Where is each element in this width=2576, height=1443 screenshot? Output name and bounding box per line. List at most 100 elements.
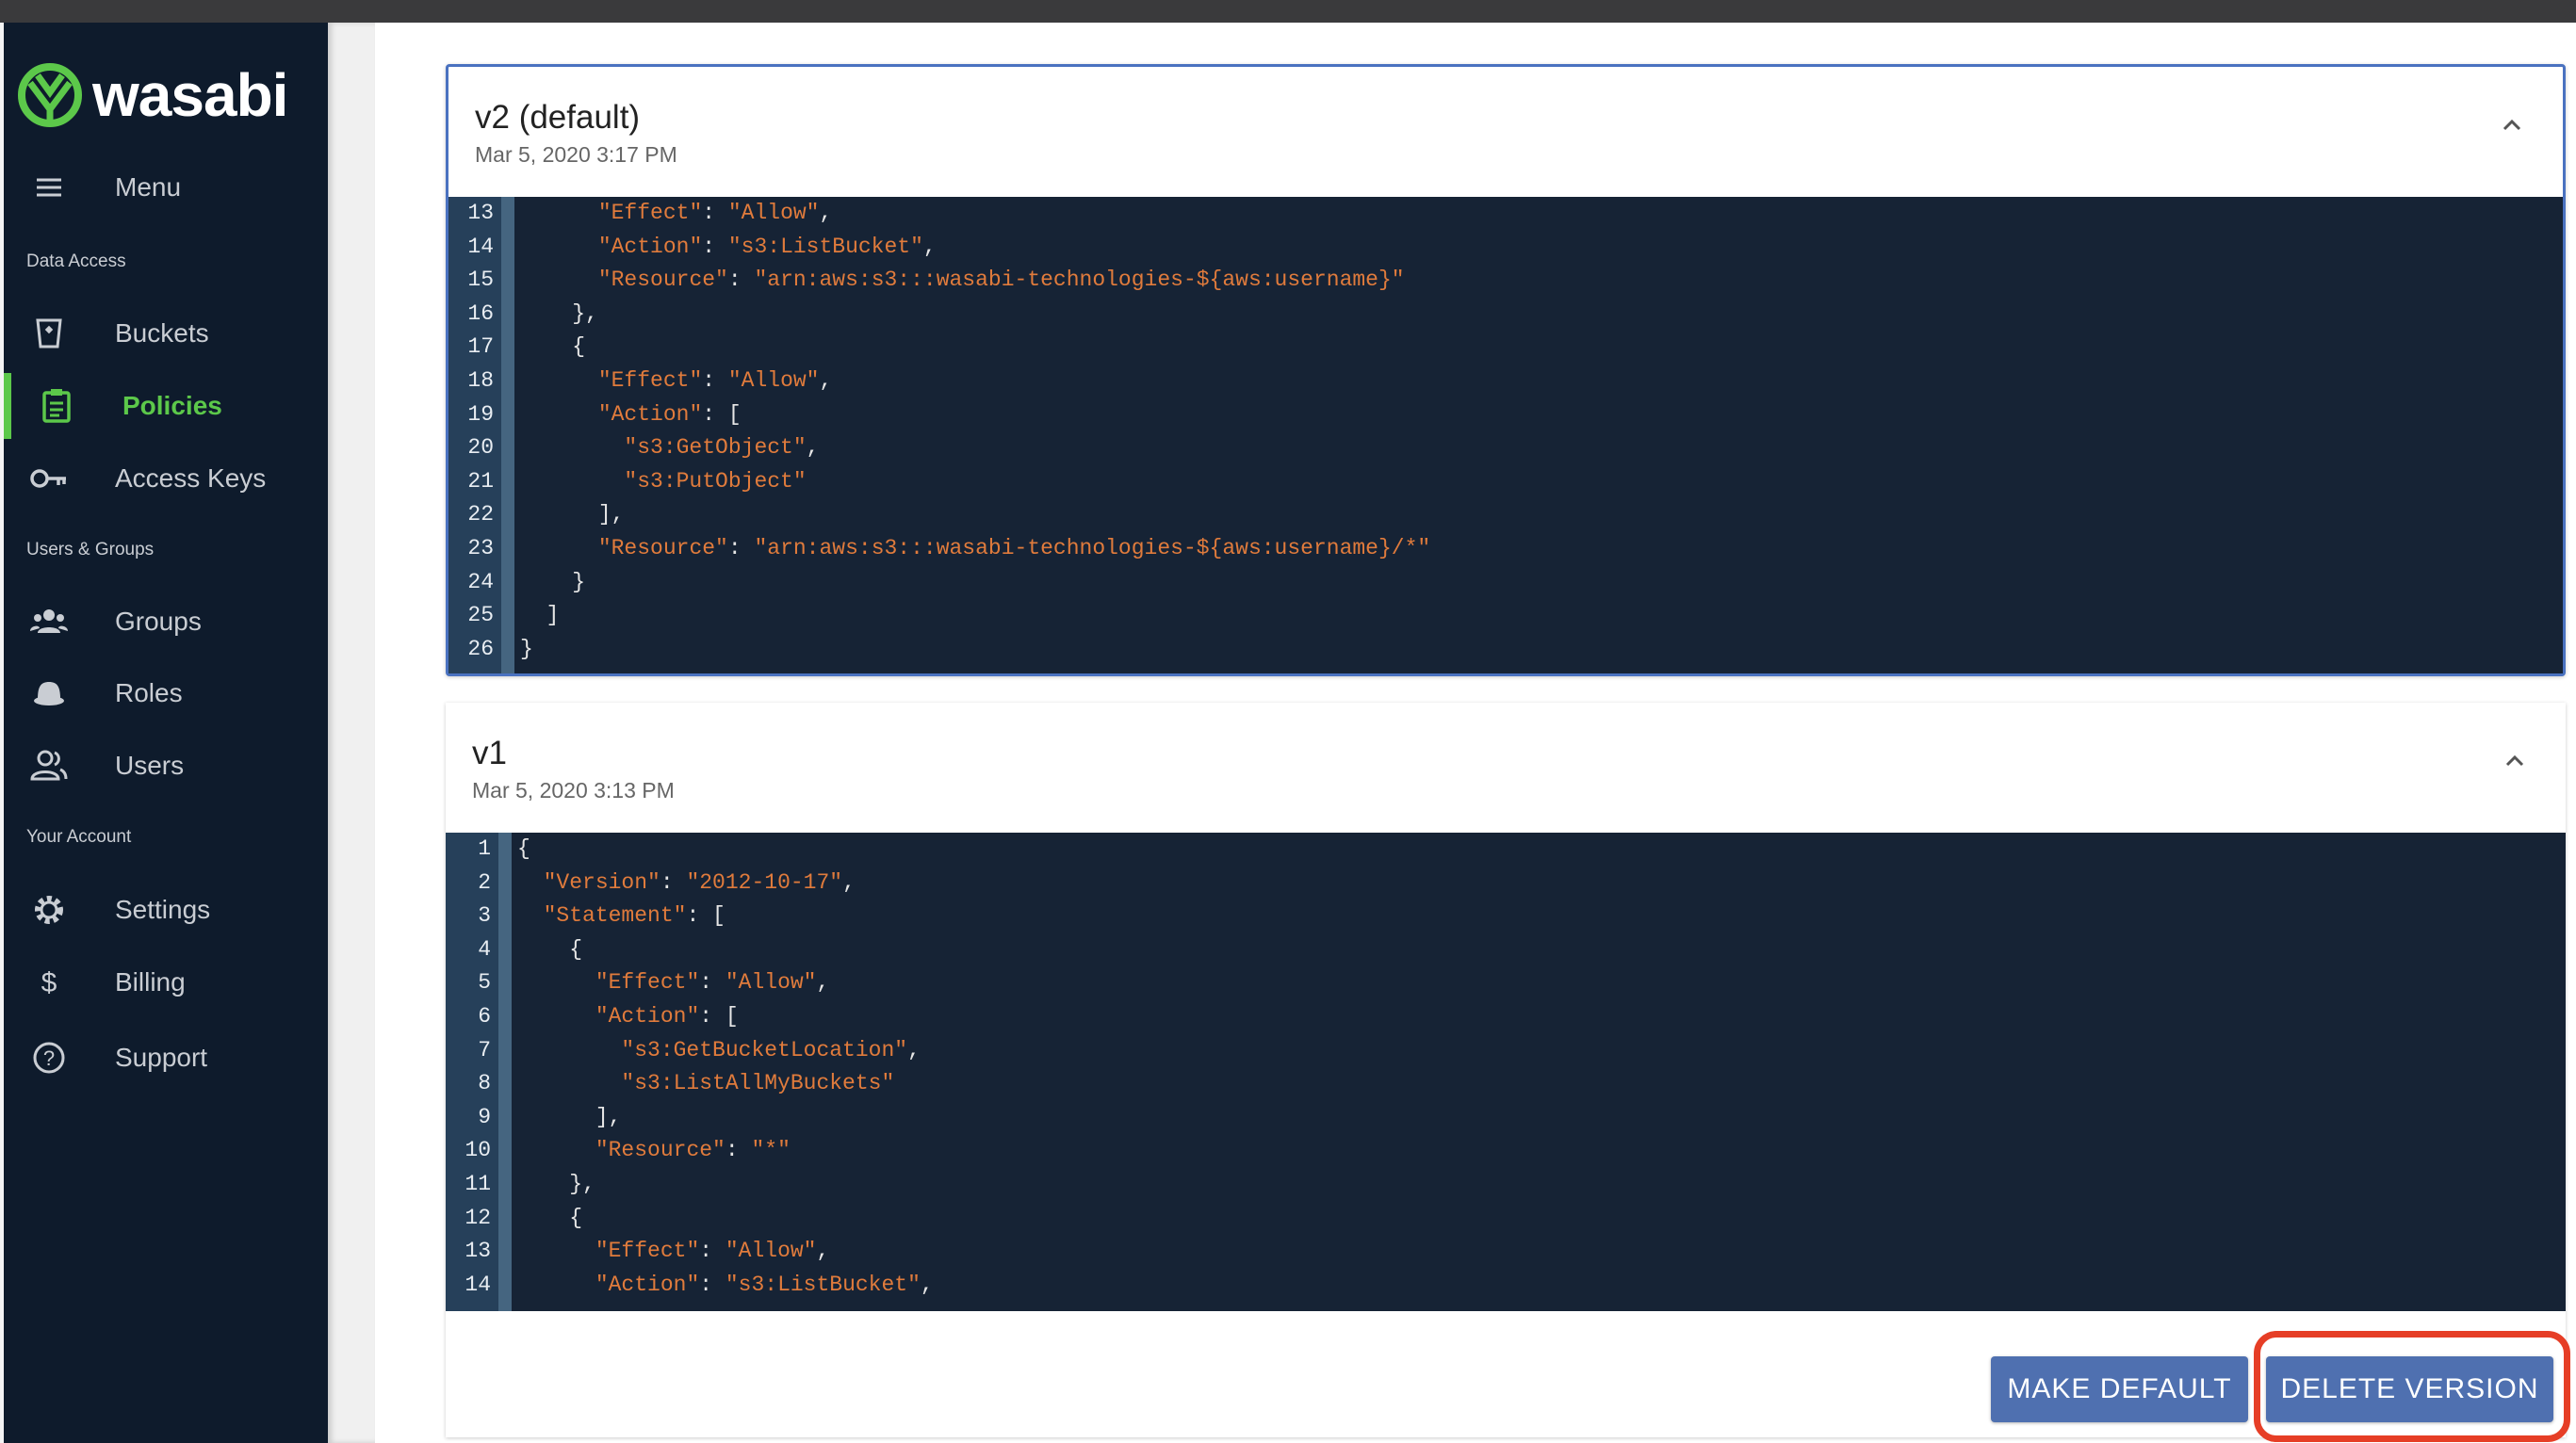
line-number: 3 xyxy=(446,900,498,933)
version-date: Mar 5, 2020 3:13 PM xyxy=(472,778,675,803)
code-line: 13 "Effect": "Allow", xyxy=(446,1235,2566,1269)
policy-code-editor[interactable]: 13 "Effect": "Allow", 14 "Action": "s3:Li… xyxy=(448,197,2563,673)
sidebar-item-label: Buckets xyxy=(115,318,209,348)
code-text: { xyxy=(517,836,530,861)
line-number: 8 xyxy=(446,1067,498,1101)
sidebar-item-label: Groups xyxy=(115,607,202,636)
policy-version-card: v2 (default) Mar 5, 2020 3:17 PM 13 "Eff… xyxy=(446,64,2566,676)
make-default-button[interactable]: MAKE DEFAULT xyxy=(1991,1356,2248,1422)
line-number: 9 xyxy=(446,1100,498,1135)
sidebar-item-label: Policies xyxy=(122,391,222,420)
code-text: "Resource": "arn:aws:s3:::wasabi-technol… xyxy=(597,268,1405,293)
line-number: 24 xyxy=(448,565,501,600)
code-line: 11 }, xyxy=(446,1167,2566,1202)
version-header[interactable]: v2 (default) Mar 5, 2020 3:17 PM xyxy=(448,67,2563,197)
bucket-icon xyxy=(28,313,70,354)
sidebar-item-users[interactable]: Users xyxy=(4,733,328,799)
svg-text:?: ? xyxy=(43,1046,55,1070)
code-text: ], xyxy=(520,502,625,527)
code-text: "Action": [ xyxy=(595,1003,739,1029)
code-line: 23 "Resource": "arn:aws:s3:::wasabi-tech… xyxy=(448,531,2563,566)
line-number: 25 xyxy=(448,599,501,633)
menu-toggle[interactable]: Menu xyxy=(4,154,328,220)
code-line: 12 { xyxy=(446,1201,2566,1236)
sidebar-item-policies[interactable]: Policies xyxy=(4,373,328,439)
line-number: 13 xyxy=(448,197,501,231)
content-gutter xyxy=(328,23,375,1443)
line-number: 12 xyxy=(446,1201,498,1236)
sidebar-item-label: Settings xyxy=(115,895,211,924)
code-line: 2 "Version": "2012-10-17", xyxy=(446,866,2566,900)
line-number: 11 xyxy=(446,1167,498,1202)
line-number: 18 xyxy=(448,364,501,398)
code-text: "Action": "s3:ListBucket", xyxy=(597,234,937,259)
line-number: 7 xyxy=(446,1033,498,1068)
line-number: 10 xyxy=(446,1134,498,1168)
sidebar-item-label: Users xyxy=(115,751,185,780)
code-text: "s3:PutObject" xyxy=(624,468,807,494)
highlight-annotation xyxy=(2254,1331,2570,1442)
sidebar-item-support[interactable]: ? Support xyxy=(4,1025,328,1091)
sidebar-item-billing[interactable]: $ Billing xyxy=(4,949,328,1015)
code-text: "Action": [ xyxy=(597,401,742,427)
code-line: 14 "Action": "s3:ListBucket", xyxy=(448,230,2563,265)
code-text: "Effect": "Allow", xyxy=(597,201,833,225)
code-line: 10 "Resource": "*" xyxy=(446,1134,2566,1168)
code-text: }, xyxy=(520,300,598,326)
sidebar-section-title: Your Account xyxy=(26,827,132,847)
wasabi-logo[interactable]: wasabi xyxy=(17,60,288,130)
chevron-up-icon[interactable] xyxy=(2495,108,2529,142)
brand-name: wasabi xyxy=(92,61,288,129)
code-line: 26} xyxy=(448,632,2563,667)
code-text: "Statement": [ xyxy=(543,903,726,929)
sidebar-item-roles[interactable]: Roles xyxy=(4,660,328,726)
svg-text:$: $ xyxy=(41,967,57,998)
line-number: 2 xyxy=(446,866,498,900)
line-number: 19 xyxy=(448,397,501,432)
sidebar: wasabi Menu Data Access Buckets Policies Acc… xyxy=(4,23,328,1443)
code-line: 13 "Effect": "Allow", xyxy=(448,197,2563,231)
sidebar-item-label: Roles xyxy=(115,678,183,707)
code-line: 19 "Action": [ xyxy=(448,397,2563,432)
code-line: 9 ], xyxy=(446,1100,2566,1135)
line-number: 17 xyxy=(448,331,501,365)
sidebar-item-groups[interactable]: Groups xyxy=(4,589,328,655)
line-number: 16 xyxy=(448,297,501,332)
help-icon: ? xyxy=(28,1037,70,1078)
code-line: 15 "Resource": "arn:aws:s3:::wasabi-tech… xyxy=(448,264,2563,298)
policy-code-editor[interactable]: 1{2 "Version": "2012-10-17", 3 "Statement… xyxy=(446,833,2566,1311)
code-text: "Effect": "Allow", xyxy=(597,367,833,393)
code-line: 20 "s3:GetObject", xyxy=(448,431,2563,465)
code-text: ] xyxy=(520,603,560,628)
sidebar-item-buckets[interactable]: Buckets xyxy=(4,300,328,366)
sidebar-item-access-keys[interactable]: Access Keys xyxy=(4,446,328,511)
version-header[interactable]: v1 Mar 5, 2020 3:13 PM xyxy=(446,703,2566,833)
key-icon xyxy=(28,458,70,499)
code-line: 4 { xyxy=(446,932,2566,967)
hat-icon xyxy=(28,673,70,714)
sidebar-section-title: Users & Groups xyxy=(26,540,155,559)
code-line: 17 { xyxy=(448,331,2563,365)
code-line: 25 ] xyxy=(448,599,2563,633)
code-line: 21 "s3:PutObject" xyxy=(448,464,2563,499)
line-number: 5 xyxy=(446,966,498,1000)
sidebar-item-settings[interactable]: Settings xyxy=(4,877,328,943)
code-line: 22 ], xyxy=(448,498,2563,532)
code-text: "Version": "2012-10-17", xyxy=(543,869,856,895)
line-number: 15 xyxy=(448,264,501,298)
version-title: v1 xyxy=(472,735,507,771)
code-text: "Resource": "arn:aws:s3:::wasabi-technol… xyxy=(597,535,1431,560)
code-text: "Action": "s3:ListBucket", xyxy=(595,1272,934,1297)
code-line: 1{ xyxy=(446,833,2566,867)
code-text: "Effect": "Allow", xyxy=(595,1239,830,1264)
wasabi-logo-icon xyxy=(18,63,82,127)
code-text: "s3:GetBucketLocation", xyxy=(621,1037,921,1062)
line-number: 23 xyxy=(448,531,501,566)
code-line: 7 "s3:GetBucketLocation", xyxy=(446,1033,2566,1068)
code-text: "Resource": "*" xyxy=(595,1138,791,1163)
code-text: ], xyxy=(517,1104,622,1129)
gear-icon xyxy=(28,889,70,931)
chevron-up-icon[interactable] xyxy=(2498,744,2532,778)
line-number: 14 xyxy=(446,1268,498,1303)
hamburger-icon xyxy=(28,167,70,208)
